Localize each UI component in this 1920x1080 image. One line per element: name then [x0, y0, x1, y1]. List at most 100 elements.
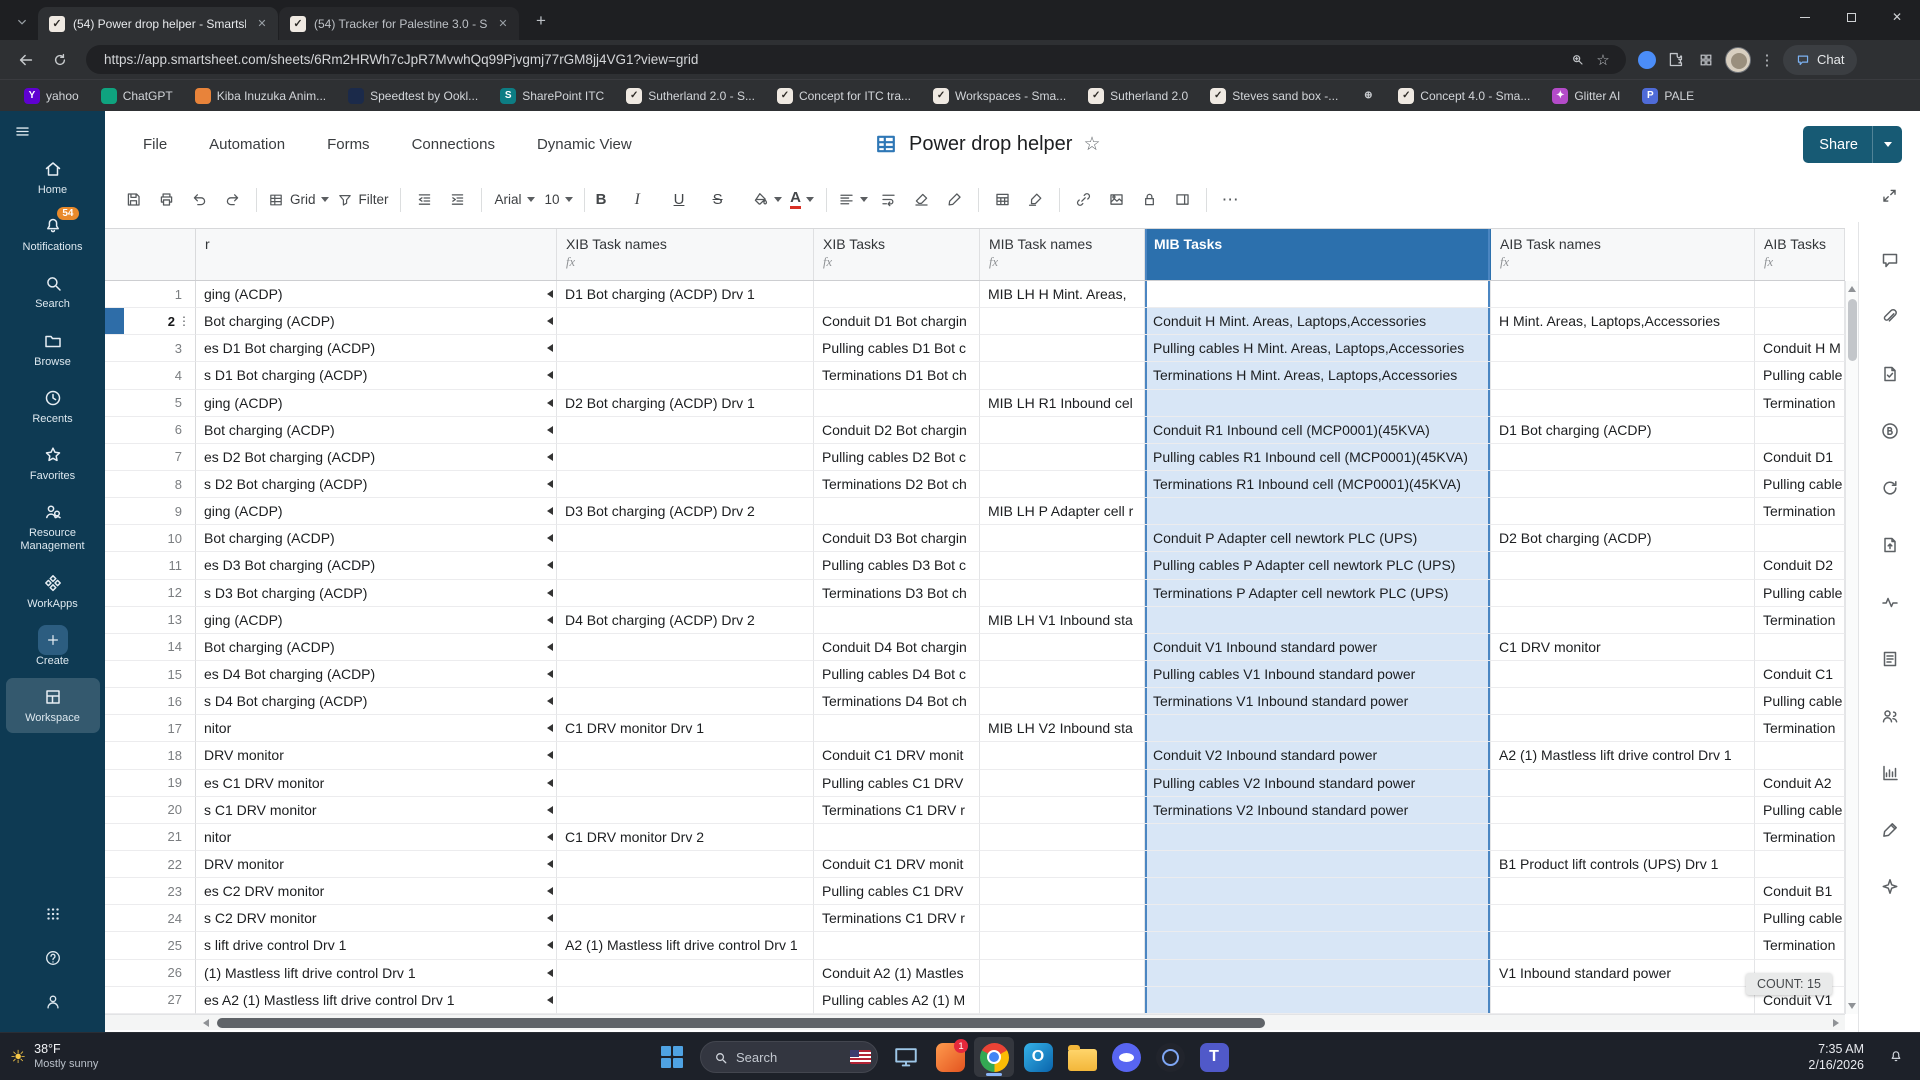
grid-cell[interactable]: es D1 Bot charging (ACDP) — [196, 335, 557, 363]
align-dropdown[interactable] — [834, 183, 872, 217]
grid-cell[interactable]: Terminations V1 Inbound standard power — [1145, 688, 1491, 716]
grid-cell[interactable]: Termination — [1755, 715, 1845, 743]
grid-cell[interactable] — [557, 335, 814, 363]
row-number[interactable]: 7 — [105, 443, 196, 471]
grid-cell[interactable]: D1 Bot charging (ACDP) — [1491, 416, 1755, 444]
grid-cell[interactable] — [1755, 281, 1845, 309]
more-options-icon[interactable]: ⋯ — [1214, 183, 1247, 217]
grid-cell[interactable] — [557, 878, 814, 906]
grid-cell[interactable]: Pulling cables R1 Inbound cell (MCP0001)… — [1145, 443, 1491, 471]
language-flag-icon[interactable] — [850, 1050, 871, 1064]
grid-cell[interactable] — [557, 362, 814, 390]
grid-cell[interactable]: A2 (1) Mastless lift drive control Drv 1 — [557, 932, 814, 960]
brandfolder-icon[interactable] — [1880, 421, 1900, 446]
indent-icon[interactable] — [441, 183, 474, 217]
sidebar-item-search[interactable]: Search — [6, 264, 100, 319]
row-number[interactable]: 15 — [105, 660, 196, 689]
row-number[interactable]: 6 — [105, 416, 196, 444]
grid-cell[interactable] — [980, 688, 1145, 716]
activity-log-icon[interactable] — [1880, 592, 1900, 617]
grid-cell[interactable] — [1145, 715, 1491, 743]
row-number[interactable]: 4 — [105, 362, 196, 390]
bookmark-item[interactable]: P PALE — [1634, 85, 1702, 107]
grid-cell[interactable] — [1491, 552, 1755, 580]
grid-cell[interactable] — [1491, 986, 1755, 1014]
grid-cell[interactable] — [980, 932, 1145, 960]
grid-cell[interactable]: DRV monitor — [196, 850, 557, 879]
undo-icon[interactable] — [183, 183, 216, 217]
grid-cell[interactable]: Conduit A2 — [1755, 769, 1845, 797]
row-number[interactable]: 25 — [105, 932, 196, 960]
grid-cell[interactable] — [1491, 362, 1755, 390]
grid-cell[interactable]: Conduit P Adapter cell newtork PLC (UPS) — [1145, 525, 1491, 553]
grid-cell[interactable]: Bot charging (ACDP) — [196, 633, 557, 661]
apps-grid-icon[interactable] — [1694, 48, 1718, 72]
row-number[interactable]: 19 — [105, 769, 196, 797]
weather-widget[interactable]: ☀ 38°F Mostly sunny — [10, 1033, 98, 1080]
grid-cell[interactable]: Conduit V1 Inbound standard power — [1145, 633, 1491, 661]
grid-cell[interactable] — [1491, 823, 1755, 851]
grid-cell[interactable] — [1145, 281, 1491, 309]
grid-cell[interactable]: Terminations R1 Inbound cell (MCP0001)(4… — [1145, 470, 1491, 499]
grid-cell[interactable]: Pulling cable — [1755, 579, 1845, 607]
taskbar-app-desktop[interactable] — [886, 1037, 926, 1077]
taskbar-app-chrome[interactable] — [974, 1037, 1014, 1077]
taskbar-app-teams[interactable] — [1194, 1037, 1234, 1077]
grid-cell[interactable]: nitor — [196, 715, 557, 743]
grid-cell[interactable]: B1 Product lift controls (UPS) Drv 1 — [1491, 850, 1755, 879]
account-icon[interactable] — [44, 993, 62, 1016]
format-painter-icon[interactable] — [938, 183, 971, 217]
grid-cell[interactable] — [557, 986, 814, 1014]
grid-cell[interactable]: es D3 Bot charging (ACDP) — [196, 552, 557, 580]
menu-item-file[interactable]: File — [143, 136, 167, 153]
grid-cell[interactable]: D3 Bot charging (ACDP) Drv 2 — [557, 498, 814, 526]
grid-cell[interactable] — [980, 525, 1145, 553]
grid-cell[interactable]: Pulling cable — [1755, 362, 1845, 390]
bookmark-star-icon[interactable]: ☆ — [1590, 47, 1616, 73]
grid-cell[interactable] — [1755, 416, 1845, 444]
summary-icon[interactable] — [1880, 649, 1900, 674]
wrap-text-icon[interactable] — [872, 183, 905, 217]
bookmark-item[interactable]: ✓ Workspaces - Sma... — [925, 85, 1074, 107]
grid-cell[interactable]: Conduit C1 DRV monit — [814, 742, 980, 770]
grid-cell[interactable]: Pulling cable — [1755, 470, 1845, 499]
grid-cell[interactable] — [1145, 986, 1491, 1014]
row-number[interactable]: 23 — [105, 878, 196, 906]
grid-cell[interactable]: nitor — [196, 823, 557, 851]
grid-cell[interactable] — [557, 769, 814, 797]
grid-cell[interactable] — [814, 389, 980, 417]
grid-cell[interactable] — [557, 470, 814, 499]
scroll-left-icon[interactable] — [203, 1019, 209, 1027]
vertical-scrollbar[interactable] — [1845, 281, 1858, 1014]
bookmark-item[interactable]: ⊕ — [1352, 85, 1384, 107]
sidebar-item-browse[interactable]: Browse — [6, 322, 100, 377]
taskbar-app-outlook[interactable] — [1018, 1037, 1058, 1077]
grid-cell[interactable]: MIB LH R1 Inbound cel — [980, 389, 1145, 417]
clear-format-icon[interactable] — [905, 183, 938, 217]
sidebar-item-resource-management[interactable]: Resource Management — [6, 493, 100, 561]
menu-item-connections[interactable]: Connections — [412, 136, 495, 153]
strikethrough-button[interactable]: S — [709, 183, 748, 217]
column-header-aib-task-names[interactable]: AIB Task names fx — [1491, 229, 1755, 280]
grid-cell[interactable] — [557, 796, 814, 824]
grid-cell[interactable]: Conduit H M — [1755, 335, 1845, 363]
grid-cell[interactable]: s lift drive control Drv 1 — [196, 932, 557, 960]
grid-cell[interactable] — [980, 769, 1145, 797]
taskbar-app-media[interactable] — [1150, 1037, 1190, 1077]
grid-cell[interactable] — [557, 959, 814, 987]
grid-cell[interactable]: Conduit D1 Bot chargin — [814, 308, 980, 336]
grid-cell[interactable]: MIB LH P Adapter cell r — [980, 498, 1145, 526]
font-size-dropdown[interactable]: 10 — [539, 183, 577, 217]
grid-cell[interactable] — [1145, 905, 1491, 933]
grid-cell[interactable]: ging (ACDP) — [196, 498, 557, 526]
grid-cell[interactable] — [557, 660, 814, 689]
grid-cell[interactable] — [1491, 443, 1755, 471]
scroll-down-icon[interactable] — [1848, 1003, 1856, 1009]
sidebar-item-recents[interactable]: Recents — [6, 379, 100, 434]
grid-cell[interactable] — [557, 850, 814, 879]
grid-cell[interactable] — [1145, 498, 1491, 526]
sidebar-item-workspace[interactable]: Workspace — [5, 677, 100, 734]
card-view-icon[interactable] — [986, 183, 1019, 217]
grid-cell[interactable]: Terminations P Adapter cell newtork PLC … — [1145, 579, 1491, 607]
row-number[interactable]: 13 — [105, 606, 196, 634]
